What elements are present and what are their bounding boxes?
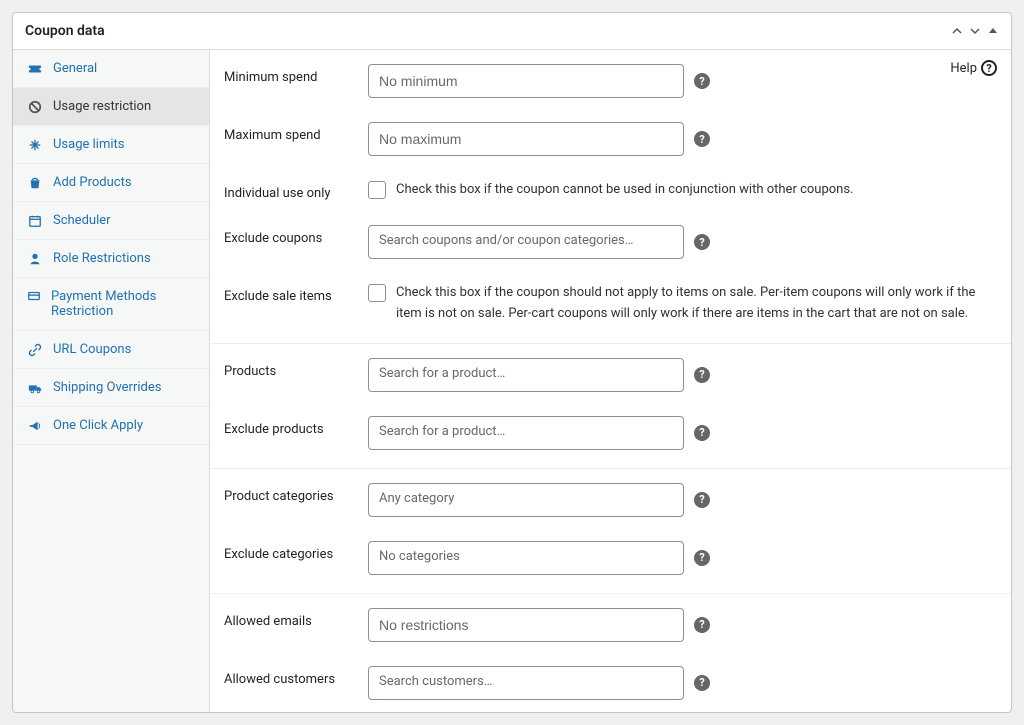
row-maximum-spend: Maximum spend ? — [210, 110, 1011, 168]
sidebar-item-label: Usage limits — [53, 137, 124, 152]
divider — [210, 593, 1011, 594]
sidebar-item-label: URL Coupons — [53, 342, 131, 357]
tooltip-icon[interactable]: ? — [694, 425, 710, 441]
tooltip-icon[interactable]: ? — [694, 367, 710, 383]
card-icon — [27, 289, 41, 303]
field-label: Exclude coupons — [224, 225, 358, 246]
sidebar-item-shipping-overrides[interactable]: Shipping Overrides — [13, 369, 209, 407]
tooltip-icon[interactable]: ? — [694, 234, 710, 250]
panel-header: Coupon data — [13, 13, 1011, 50]
tooltip-icon[interactable]: ? — [694, 131, 710, 147]
sidebar-item-role-restrictions[interactable]: Role Restrictions — [13, 240, 209, 278]
megaphone-icon — [27, 419, 43, 433]
sidebar-item-label: Usage restriction — [53, 99, 151, 114]
row-exclude-categories: Exclude categories No categories ? — [210, 529, 1011, 587]
plus-icon — [27, 138, 43, 152]
divider — [210, 343, 1011, 344]
field-label: Maximum spend — [224, 122, 358, 143]
sidebar-item-url-coupons[interactable]: URL Coupons — [13, 331, 209, 369]
field-label: Product categories — [224, 483, 358, 504]
individual-use-desc: Check this box if the coupon cannot be u… — [396, 180, 854, 201]
panel-up-icon[interactable] — [951, 25, 963, 37]
sidebar-item-general[interactable]: General — [13, 50, 209, 88]
allowed-customers-select[interactable]: Search customers… — [368, 666, 684, 700]
sidebar: General Usage restriction Usage limits A… — [13, 50, 210, 712]
panel-controls — [951, 25, 999, 37]
sidebar-item-label: Add Products — [53, 175, 132, 190]
sidebar-item-label: Role Restrictions — [53, 251, 151, 266]
divider — [210, 468, 1011, 469]
help-link[interactable]: Help ? — [950, 60, 997, 76]
sidebar-item-scheduler[interactable]: Scheduler — [13, 202, 209, 240]
sidebar-item-one-click-apply[interactable]: One Click Apply — [13, 407, 209, 445]
field-label: Individual use only — [224, 180, 358, 201]
field-label: Allowed emails — [224, 608, 358, 629]
tooltip-icon[interactable]: ? — [694, 492, 710, 508]
truck-icon — [27, 381, 43, 395]
content-pane: Help ? Minimum spend ? Maximum spend ? I… — [210, 50, 1011, 712]
individual-use-checkbox[interactable] — [368, 181, 386, 199]
field-label: Products — [224, 358, 358, 379]
panel-toggle-icon[interactable] — [987, 25, 999, 37]
sidebar-item-payment-methods[interactable]: Payment Methods Restriction — [13, 278, 209, 331]
products-select[interactable]: Search for a product… — [368, 358, 684, 392]
row-products: Products Search for a product… ? — [210, 346, 1011, 404]
sidebar-item-add-products[interactable]: Add Products — [13, 164, 209, 202]
panel-down-icon[interactable] — [969, 25, 981, 37]
row-allowed-emails: Allowed emails ? — [210, 596, 1011, 654]
tooltip-icon[interactable]: ? — [694, 73, 710, 89]
help-icon: ? — [981, 60, 997, 76]
row-exclude-sale: Exclude sale items Check this box if the… — [210, 271, 1011, 337]
sidebar-item-label: Shipping Overrides — [53, 380, 161, 395]
maximum-spend-input[interactable] — [368, 122, 684, 156]
field-label: Exclude products — [224, 416, 358, 437]
field-label: Allowed customers — [224, 666, 358, 687]
row-product-categories: Product categories Any category ? — [210, 471, 1011, 529]
tooltip-icon[interactable]: ? — [694, 617, 710, 633]
allowed-emails-input[interactable] — [368, 608, 684, 642]
link-icon — [27, 343, 43, 357]
calendar-icon — [27, 214, 43, 228]
exclude-coupons-select[interactable]: Search coupons and/or coupon categories… — [368, 225, 684, 259]
ticket-icon — [27, 62, 43, 76]
field-label: Exclude sale items — [224, 283, 358, 304]
bag-icon — [27, 176, 43, 190]
field-label: Exclude categories — [224, 541, 358, 562]
ban-icon — [27, 100, 43, 114]
tooltip-icon[interactable]: ? — [694, 550, 710, 566]
help-label: Help — [950, 61, 977, 76]
sidebar-item-usage-limits[interactable]: Usage limits — [13, 126, 209, 164]
tooltip-icon[interactable]: ? — [694, 675, 710, 691]
exclude-categories-select[interactable]: No categories — [368, 541, 684, 575]
row-individual-use: Individual use only Check this box if th… — [210, 168, 1011, 213]
minimum-spend-input[interactable] — [368, 64, 684, 98]
sidebar-item-label: Scheduler — [53, 213, 111, 228]
exclude-sale-desc: Check this box if the coupon should not … — [396, 283, 997, 325]
user-icon — [27, 252, 43, 266]
exclude-sale-checkbox[interactable] — [368, 284, 386, 302]
sidebar-item-label: One Click Apply — [53, 418, 143, 433]
panel-body: General Usage restriction Usage limits A… — [13, 50, 1011, 712]
sidebar-item-label: General — [53, 61, 97, 76]
row-allowed-customers: Allowed customers Search customers… ? — [210, 654, 1011, 712]
field-label: Minimum spend — [224, 64, 358, 85]
sidebar-item-usage-restriction[interactable]: Usage restriction — [13, 88, 209, 126]
sidebar-item-label: Payment Methods Restriction — [51, 289, 195, 319]
row-exclude-products: Exclude products Search for a product… ? — [210, 404, 1011, 462]
exclude-products-select[interactable]: Search for a product… — [368, 416, 684, 450]
row-minimum-spend: Minimum spend ? — [210, 50, 1011, 110]
panel-title: Coupon data — [25, 23, 105, 39]
coupon-data-panel: Coupon data General Usage restriction Us… — [12, 12, 1012, 713]
row-exclude-coupons: Exclude coupons Search coupons and/or co… — [210, 213, 1011, 271]
product-categories-select[interactable]: Any category — [368, 483, 684, 517]
